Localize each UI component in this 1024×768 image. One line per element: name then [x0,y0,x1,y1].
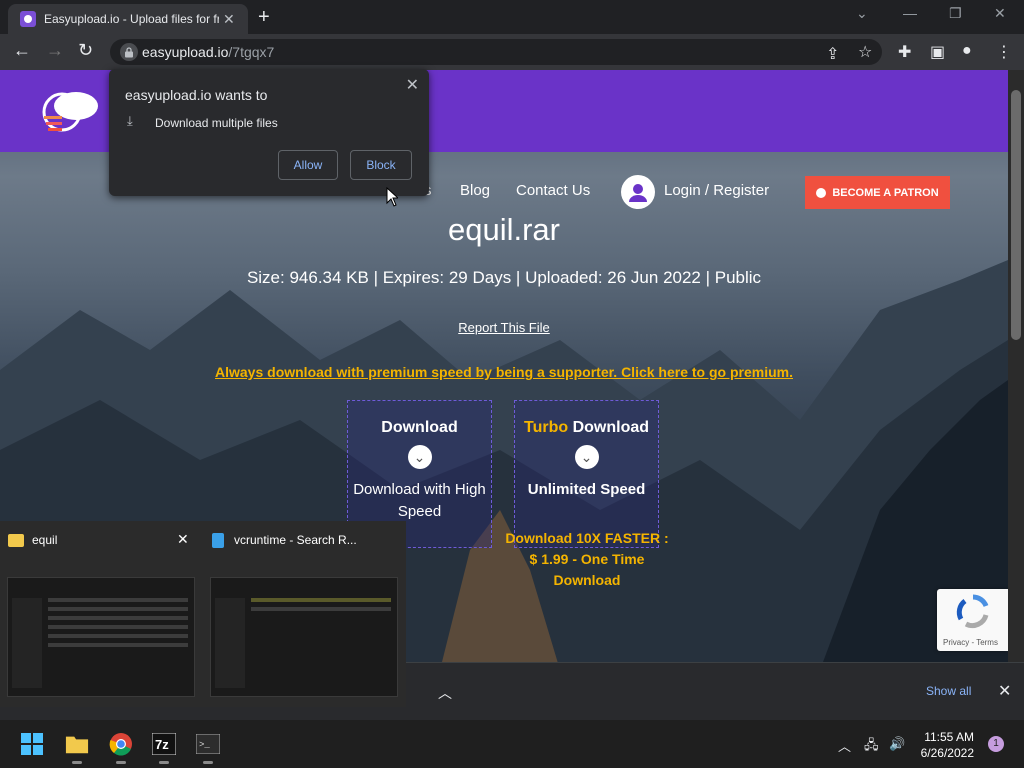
extensions-icon[interactable]: ✚ [898,42,911,62]
side-panel-icon[interactable]: ▣ [930,42,945,62]
url-path: /7tgqx7 [228,44,275,60]
forward-icon[interactable]: → [46,40,64,61]
share-icon[interactable]: ⇪ [826,44,839,64]
clock-time: 11:55 AM [924,730,974,744]
mouse-cursor-icon [386,187,398,207]
turbo-title: Turbo Download [515,419,658,437]
terminal-icon[interactable]: >_ [196,732,220,764]
svg-text:7z: 7z [155,737,169,752]
nav-login-register[interactable]: Login / Register [664,182,769,199]
download-icon: ⤓ [127,113,133,128]
become-patron-button[interactable]: BECOME A PATRON [805,176,950,209]
allow-button[interactable]: Allow [278,150,338,180]
system-clock[interactable]: 11:55 AM 6/26/2022 [910,729,974,761]
file-name: equil.rar [448,212,560,247]
popup-permission: Download multiple files [155,116,278,130]
document-icon [212,532,224,548]
start-menu-icon[interactable] [20,732,44,756]
popup-close-icon[interactable]: ✕ [406,75,419,95]
tab-search-icon[interactable]: ⌄ [856,5,868,22]
show-all-downloads-link[interactable]: Show all [926,684,971,698]
folder-icon [8,533,24,547]
new-tab-icon[interactable]: + [258,6,270,29]
preview-item-vcruntime-title: vcruntime - Search R... [234,533,357,547]
window-close-icon[interactable]: ✕ [994,5,1006,22]
bookmark-star-icon[interactable]: ☆ [858,42,872,62]
browser-tab[interactable]: Easyupload.io - Upload files for free ✕ [8,4,248,34]
chevron-down-icon: ⌄ [407,445,432,469]
preview-thumbnail-equil[interactable] [7,577,195,697]
address-bar[interactable]: easyupload.io/7tgqx7 [110,39,882,65]
notification-badge[interactable]: 1 [988,736,1004,752]
nav-blog[interactable]: Blog [460,182,490,199]
report-file-link[interactable]: Report This File [0,320,1008,335]
file-info: Size: 946.34 KB | Expires: 29 Days | Upl… [246,268,762,287]
back-icon[interactable]: ← [13,40,31,61]
reload-icon[interactable]: ↻ [78,40,93,61]
preview-item-vcruntime-header[interactable]: vcruntime - Search R... [212,529,357,551]
patron-label: BECOME A PATRON [832,186,939,199]
download-bar-close-icon[interactable]: ✕ [998,681,1011,701]
profile-icon[interactable]: ● [962,42,972,60]
scrollbar-thumb[interactable] [1011,90,1021,340]
lock-icon[interactable] [120,43,138,61]
recaptcha-terms[interactable]: Privacy - Terms [943,638,998,647]
premium-link[interactable]: Always download with premium speed by be… [0,364,1008,380]
recaptcha-icon [956,594,989,629]
download-permission-popup: easyupload.io wants to ✕ ⤓ Download mult… [109,69,429,196]
svg-text:>_: >_ [199,740,210,750]
patreon-icon [816,187,827,198]
turbo-price-note[interactable]: Download 10X FASTER : $ 1.99 - One Time … [503,528,671,591]
turbo-title-rest: Download [568,419,650,436]
file-explorer-icon[interactable] [65,732,89,764]
chrome-icon[interactable] [109,732,133,764]
7zip-icon[interactable]: 7z [152,732,176,764]
tab-title: Easyupload.io - Upload files for free [44,12,219,26]
preview-thumbnail-vcruntime[interactable] [210,577,398,697]
chevron-up-icon[interactable]: ︿ [438,683,452,703]
preview-item-equil-header[interactable]: equil [8,529,57,551]
restore-icon[interactable]: ❐ [949,5,962,22]
url-host: easyupload.io [142,44,229,60]
preview-item-equil-title: equil [32,533,58,547]
download-title: Download [381,419,458,436]
block-button[interactable]: Block [350,150,412,180]
tray-overflow-chevron-icon[interactable]: ︿ [838,736,851,755]
preview-close-icon[interactable]: ✕ [177,531,189,548]
minimize-icon[interactable]: — [903,5,917,21]
user-avatar-icon[interactable] [621,175,655,209]
popup-title: easyupload.io wants to [125,87,268,103]
taskbar-preview: equil ✕ vcruntime - Search R... [0,521,406,707]
nav-contact-us[interactable]: Contact Us [516,182,590,199]
volume-icon[interactable]: 🔊 [889,736,905,752]
easyupload-favicon-icon [20,11,36,27]
easyupload-logo-icon[interactable] [40,82,106,138]
network-icon[interactable]: 🖧 [864,736,879,758]
clock-date: 6/26/2022 [920,746,974,760]
turbo-download-button[interactable]: Turbo Download ⌄ Unlimited Speed [514,400,659,548]
menu-icon[interactable]: ⋮ [996,42,1012,62]
turbo-subtitle: Unlimited Speed [527,481,646,498]
chevron-down-icon: ⌄ [574,445,599,469]
recaptcha-badge[interactable]: Privacy - Terms [937,589,1008,651]
tab-close-icon[interactable]: ✕ [223,11,235,28]
download-subtitle: Download with High Speed [353,481,486,520]
turbo-title-accent: Turbo [523,419,569,436]
